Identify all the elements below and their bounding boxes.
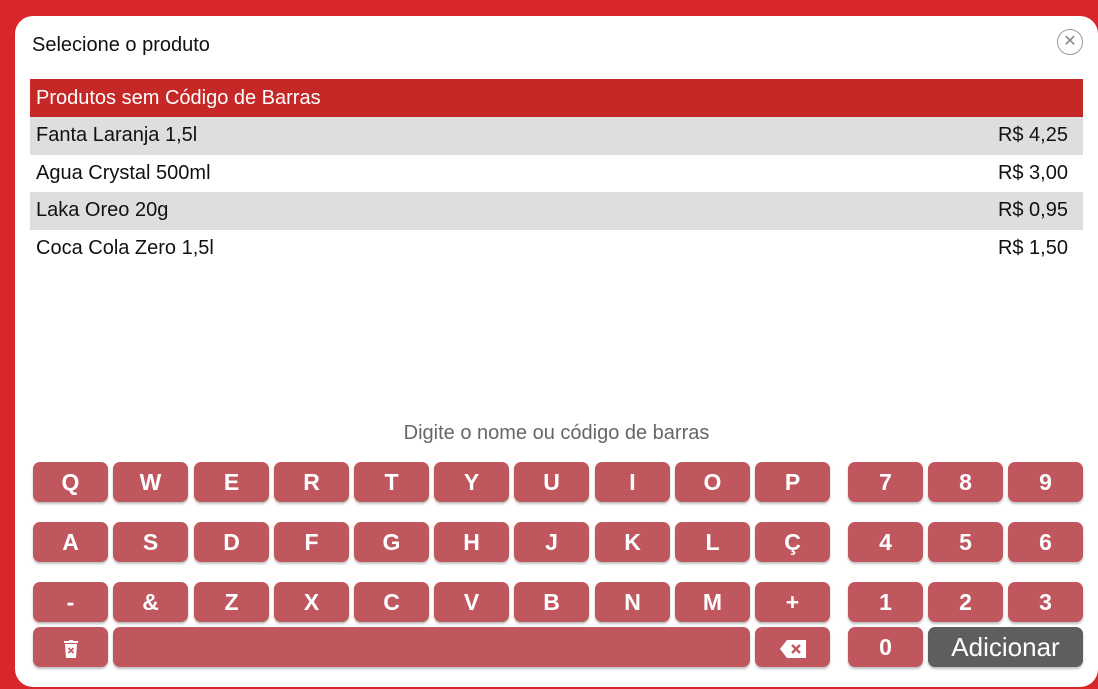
key-l[interactable]: L	[675, 522, 750, 562]
key-h[interactable]: H	[434, 522, 509, 562]
product-name: Coca Cola Zero 1,5l	[36, 236, 214, 259]
key-u[interactable]: U	[514, 462, 589, 502]
key-3[interactable]: 3	[1008, 582, 1083, 622]
key-k[interactable]: K	[595, 522, 670, 562]
key-&[interactable]: &	[113, 582, 188, 622]
key-x[interactable]: X	[274, 582, 349, 622]
product-price: R$ 0,95	[997, 199, 1068, 222]
backspace-icon	[779, 639, 806, 658]
key-0[interactable]: 0	[848, 627, 923, 667]
key-g[interactable]: G	[354, 522, 429, 562]
key-q[interactable]: Q	[33, 462, 108, 502]
key-9[interactable]: 9	[1008, 462, 1083, 502]
key--[interactable]: -	[33, 582, 108, 622]
key-f[interactable]: F	[274, 522, 349, 562]
product-price: R$ 3,00	[997, 161, 1068, 184]
app-frame: Selecione o produto ✕ Produtos sem Códig…	[0, 0, 1098, 689]
list-item[interactable]: Laka Oreo 20g R$ 0,95	[30, 192, 1083, 230]
key-6[interactable]: 6	[1008, 522, 1083, 562]
key-+[interactable]: +	[755, 582, 830, 622]
list-item[interactable]: Coca Cola Zero 1,5l R$ 1,50	[30, 230, 1083, 268]
list-item[interactable]: Fanta Laranja 1,5l R$ 4,25	[30, 117, 1083, 155]
product-dialog: Selecione o produto ✕ Produtos sem Códig…	[15, 16, 1098, 687]
key-5[interactable]: 5	[928, 522, 1003, 562]
key-ç[interactable]: Ç	[755, 522, 830, 562]
key-m[interactable]: M	[675, 582, 750, 622]
key-1[interactable]: 1	[848, 582, 923, 622]
key-p[interactable]: P	[755, 462, 830, 502]
add-button[interactable]: Adicionar	[928, 627, 1083, 667]
key-7[interactable]: 7	[848, 462, 923, 502]
product-name: Agua Crystal 500ml	[36, 161, 211, 184]
key-d[interactable]: D	[194, 522, 269, 562]
clear-button[interactable]	[33, 627, 108, 667]
product-name: Fanta Laranja 1,5l	[36, 124, 198, 147]
key-8[interactable]: 8	[928, 462, 1003, 502]
dialog-title: Selecione o produto	[32, 34, 210, 56]
key-t[interactable]: T	[354, 462, 429, 502]
key-2[interactable]: 2	[928, 582, 1003, 622]
search-input[interactable]	[113, 627, 750, 667]
list-header: Produtos sem Código de Barras	[30, 79, 1083, 117]
key-y[interactable]: Y	[434, 462, 509, 502]
key-c[interactable]: C	[354, 582, 429, 622]
key-v[interactable]: V	[434, 582, 509, 622]
key-j[interactable]: J	[514, 522, 589, 562]
list-item[interactable]: Agua Crystal 500ml R$ 3,00	[30, 155, 1083, 193]
key-4[interactable]: 4	[848, 522, 923, 562]
search-hint: Digite o nome ou código de barras	[403, 422, 710, 444]
key-w[interactable]: W	[113, 462, 188, 502]
key-a[interactable]: A	[33, 522, 108, 562]
key-i[interactable]: I	[595, 462, 670, 502]
key-n[interactable]: N	[595, 582, 670, 622]
key-o[interactable]: O	[675, 462, 750, 502]
close-icon[interactable]: ✕	[1057, 29, 1083, 55]
key-s[interactable]: S	[113, 522, 188, 562]
key-z[interactable]: Z	[194, 582, 269, 622]
product-price: R$ 4,25	[997, 124, 1068, 147]
product-name: Laka Oreo 20g	[36, 199, 169, 222]
key-e[interactable]: E	[194, 462, 269, 502]
trash-icon	[63, 639, 78, 658]
backspace-button[interactable]	[755, 627, 830, 667]
key-b[interactable]: B	[514, 582, 589, 622]
product-price: R$ 1,50	[997, 236, 1068, 259]
product-list: Produtos sem Código de Barras Fanta Lara…	[30, 79, 1083, 267]
key-r[interactable]: R	[274, 462, 349, 502]
